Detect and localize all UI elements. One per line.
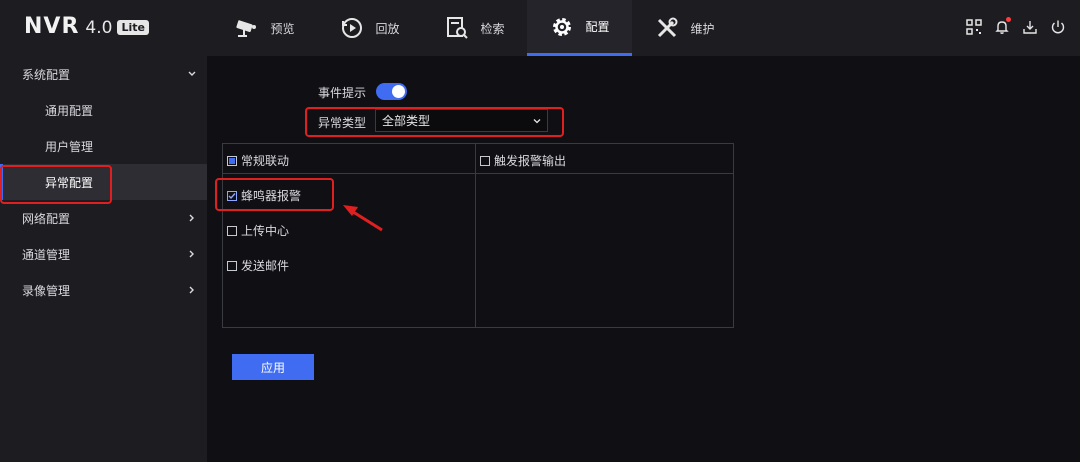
tools-icon bbox=[658, 17, 678, 38]
sidebar-group-recording[interactable]: 录像管理 bbox=[0, 272, 207, 308]
event-hint-label: 事件提示 bbox=[318, 86, 367, 100]
tab-config[interactable]: 配置 bbox=[527, 0, 632, 56]
power-icon bbox=[1051, 20, 1065, 34]
send-email-checkbox[interactable]: 发送邮件 bbox=[227, 257, 289, 274]
sidebar-group-label: 系统配置 bbox=[22, 67, 71, 82]
sidebar-group-label: 录像管理 bbox=[22, 283, 71, 298]
annotation-box-buzzer bbox=[215, 178, 334, 211]
gear-icon bbox=[553, 17, 572, 36]
search-file-icon bbox=[447, 17, 469, 39]
logo-badge: Lite bbox=[117, 20, 149, 35]
upload-center-checkbox[interactable]: 上传中心 bbox=[227, 222, 289, 239]
sidebar-group-label: 通道管理 bbox=[22, 247, 71, 262]
sidebar-item-label: 通用配置 bbox=[45, 103, 94, 118]
tab-preview[interactable]: 预览 bbox=[212, 0, 317, 56]
linkage-header-checkbox[interactable]: 常规联动 bbox=[227, 152, 289, 169]
panel-divider bbox=[475, 143, 476, 328]
logo-version: 4.0 bbox=[85, 18, 113, 38]
sidebar-item-users[interactable]: 用户管理 bbox=[0, 128, 207, 164]
upload-center-label: 上传中心 bbox=[241, 224, 290, 238]
tab-label: 回放 bbox=[375, 21, 400, 36]
send-email-label: 发送邮件 bbox=[241, 259, 290, 273]
tab-maintenance[interactable]: 维护 bbox=[632, 0, 737, 56]
tab-label: 检索 bbox=[480, 21, 505, 36]
qr-code-icon bbox=[966, 19, 982, 35]
top-right-icons bbox=[966, 17, 1066, 35]
tab-playback[interactable]: 回放 bbox=[317, 0, 422, 56]
chevron-right-icon bbox=[189, 250, 194, 258]
trigger-output-label: 触发报警输出 bbox=[494, 154, 567, 168]
annotation-arrow-icon bbox=[343, 205, 383, 232]
apply-button[interactable]: 应用 bbox=[232, 354, 314, 380]
download-icon bbox=[1023, 21, 1037, 34]
sidebar-group-network[interactable]: 网络配置 bbox=[0, 200, 207, 236]
top-bar: NVR 4.0 Lite 预览 回放 检索 配置 维护 bbox=[0, 0, 1080, 56]
checkbox-partial bbox=[227, 155, 237, 166]
app-logo: NVR 4.0 Lite bbox=[24, 14, 149, 39]
notification-dot bbox=[1006, 17, 1011, 22]
sidebar-item-general[interactable]: 通用配置 bbox=[0, 92, 207, 128]
annotation-box-sidebar bbox=[0, 165, 112, 204]
notification-button[interactable] bbox=[994, 17, 1011, 35]
event-hint-toggle[interactable] bbox=[376, 83, 407, 100]
trigger-output-checkbox[interactable]: 触发报警输出 bbox=[480, 152, 566, 169]
sidebar-group-system[interactable]: 系统配置 bbox=[0, 56, 207, 92]
annotation-box-exception-type bbox=[305, 107, 564, 137]
linkage-header-label: 常规联动 bbox=[241, 154, 290, 168]
sidebar: 系统配置 通用配置 用户管理 异常配置 网络配置 通道管理 录像管理 bbox=[0, 56, 207, 462]
toggle-knob bbox=[392, 85, 405, 98]
panel-header-divider bbox=[222, 173, 734, 174]
sidebar-group-channel[interactable]: 通道管理 bbox=[0, 236, 207, 272]
tab-label: 维护 bbox=[690, 21, 715, 36]
tab-label: 预览 bbox=[270, 21, 295, 36]
main-nav: 预览 回放 检索 配置 维护 bbox=[212, 0, 737, 56]
tab-label: 配置 bbox=[585, 20, 610, 34]
qr-code-button[interactable] bbox=[966, 19, 982, 35]
tab-search[interactable]: 检索 bbox=[422, 0, 527, 56]
playback-icon bbox=[342, 18, 363, 38]
checkbox-unchecked bbox=[227, 225, 237, 236]
download-button[interactable] bbox=[1022, 19, 1038, 35]
logo-text: NVR bbox=[24, 14, 80, 39]
chevron-right-icon bbox=[189, 214, 194, 222]
power-button[interactable] bbox=[1050, 19, 1066, 35]
checkbox-unchecked bbox=[227, 260, 237, 271]
sidebar-item-label: 用户管理 bbox=[45, 139, 94, 154]
camera-icon bbox=[236, 20, 257, 37]
checkbox-unchecked bbox=[480, 155, 490, 166]
sidebar-group-label: 网络配置 bbox=[22, 211, 71, 226]
linkage-panel bbox=[222, 143, 734, 328]
chevron-down-icon bbox=[188, 71, 196, 76]
chevron-right-icon bbox=[189, 286, 194, 294]
